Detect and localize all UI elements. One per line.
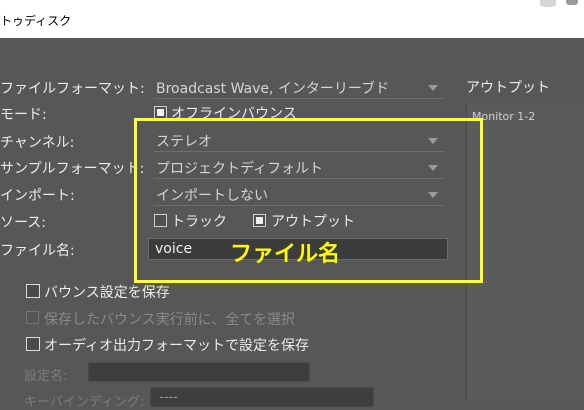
file-format-value: Broadcast Wave, インターリーブド: [156, 81, 390, 97]
channel-select[interactable]: ステレオ: [154, 129, 444, 152]
import-value: インポートしない: [156, 188, 268, 204]
offline-bounce-label: オフラインバウンス: [171, 106, 297, 122]
mode-label: モード:: [0, 107, 47, 123]
chevron-down-icon: [428, 192, 438, 198]
preset-name-label: 設定名:: [24, 369, 68, 384]
import-select[interactable]: インポートしない: [154, 183, 444, 206]
output-panel-title: アウトプット: [466, 80, 550, 96]
import-label: インポート:: [0, 188, 75, 204]
file-format-label: ファイルフォーマット:: [0, 81, 145, 97]
file-format-select[interactable]: Broadcast Wave, インターリーブド: [154, 76, 444, 99]
channel-label: チャンネル:: [0, 135, 75, 151]
save-with-audio-format-label: オーディオ出力フォーマットで設定を保存: [44, 338, 310, 354]
sample-format-label: サンプルフォーマット:: [0, 161, 145, 177]
window-control-button[interactable]: [540, 0, 556, 7]
key-binding-input[interactable]: ----: [150, 387, 374, 407]
source-output-label: アウトプット: [271, 214, 355, 230]
source-track-label: トラック: [171, 214, 227, 230]
source-output-checkbox[interactable]: [253, 214, 266, 227]
key-binding-value: ----: [159, 390, 178, 405]
source-label: ソース:: [0, 215, 47, 231]
save-bounce-settings-label: バウンス設定を保存: [44, 285, 170, 301]
save-with-audio-format-checkbox[interactable]: [26, 337, 40, 351]
preset-name-input[interactable]: [88, 362, 310, 382]
chevron-down-icon: [428, 138, 438, 144]
select-all-before-label: 保存したバウンス実行前に、全てを選択: [44, 312, 296, 328]
annotation-text: ファイル名: [230, 242, 341, 267]
sample-format-select[interactable]: プロジェクトディフォルト: [154, 156, 444, 179]
output-list[interactable]: Monitor 1-2: [466, 103, 584, 401]
chevron-down-icon: [428, 85, 438, 91]
title-bar: トゥディスク: [0, 0, 584, 38]
select-all-before-checkbox[interactable]: [26, 311, 39, 324]
save-bounce-settings-checkbox[interactable]: [26, 284, 40, 298]
filename-value: voice: [155, 241, 193, 257]
source-track-checkbox[interactable]: [154, 214, 167, 227]
offline-bounce-checkbox[interactable]: [154, 106, 167, 119]
window-title: トゥディスク: [0, 14, 72, 28]
window-control-button[interactable]: [566, 0, 578, 5]
filename-label: ファイル名:: [0, 243, 75, 259]
channel-value: ステレオ: [156, 134, 212, 150]
chevron-down-icon: [428, 165, 438, 171]
output-item-monitor[interactable]: Monitor 1-2: [472, 110, 535, 123]
sample-format-value: プロジェクトディフォルト: [156, 161, 324, 177]
